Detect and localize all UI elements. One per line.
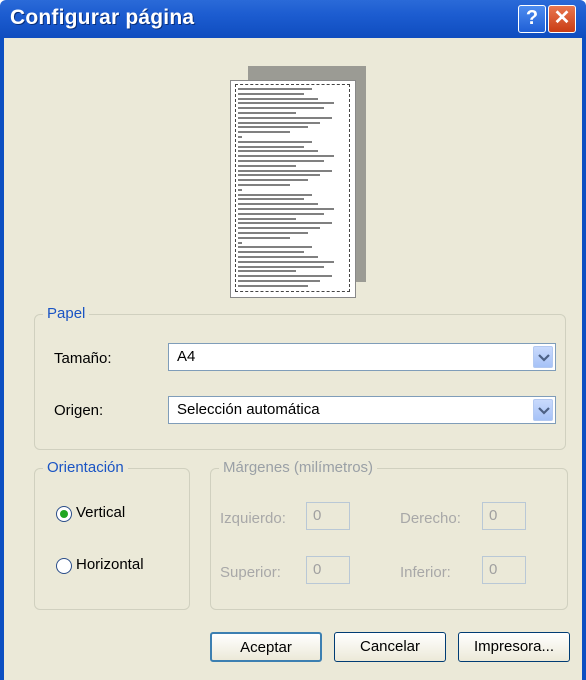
vertical-radio[interactable] <box>56 506 72 522</box>
preview-text-line <box>238 107 324 110</box>
horizontal-radio[interactable] <box>56 558 72 574</box>
help-icon[interactable]: ? <box>518 5 546 33</box>
page-setup-dialog: Configurar página ? ✕ Papel Tamaño: A4 O… <box>0 0 586 680</box>
close-icon[interactable]: ✕ <box>548 5 576 33</box>
source-select[interactable]: Selección automática <box>168 396 556 424</box>
top-margin-value: 0 <box>313 561 322 578</box>
preview-text-line <box>238 150 318 153</box>
preview-text-line <box>238 260 334 263</box>
preview-text-line <box>238 280 320 282</box>
preview-text-line <box>238 145 304 148</box>
preview-text-line <box>238 174 320 177</box>
chevron-down-icon[interactable] <box>533 346 553 368</box>
preview-text-line <box>238 140 312 143</box>
preview-text-line <box>238 164 296 167</box>
preview-text-line <box>238 169 332 172</box>
preview-text-line <box>238 126 308 129</box>
preview-text-line <box>238 270 296 273</box>
bottom-margin-label: Inferior: <box>400 564 451 581</box>
preview-text-line <box>238 212 324 215</box>
right-margin-field[interactable]: 0 <box>482 502 526 530</box>
preview-text-line <box>238 236 290 239</box>
preview-margin-outline <box>235 84 350 292</box>
right-margin-label: Derecho: <box>400 510 461 527</box>
margins-group: Márgenes (milímetros) <box>210 459 568 610</box>
top-margin-label: Superior: <box>220 564 281 581</box>
radio-selected-dot <box>60 510 68 518</box>
preview-text-line <box>238 184 290 186</box>
cancel-button[interactable]: Cancelar <box>334 632 446 662</box>
top-margin-field[interactable]: 0 <box>306 556 350 584</box>
preview-text-line <box>238 121 320 124</box>
preview-text-line <box>238 227 320 230</box>
printer-button[interactable]: Impresora... <box>458 632 570 662</box>
preview-text-line <box>238 222 332 225</box>
size-select-value: A4 <box>177 348 196 365</box>
preview-text-line <box>238 179 308 182</box>
preview-text-line <box>238 217 296 220</box>
preview-text-line <box>238 136 242 138</box>
size-label: Tamaño: <box>54 350 112 367</box>
preview-text-line <box>238 232 308 234</box>
preview-text-line <box>238 241 242 244</box>
vertical-label[interactable]: Vertical <box>76 504 125 521</box>
margins-group-legend: Márgenes (milímetros) <box>219 459 378 476</box>
chevron-down-icon[interactable] <box>533 399 553 421</box>
preview-text-line <box>238 188 242 191</box>
bottom-margin-field[interactable]: 0 <box>482 556 526 584</box>
left-margin-value: 0 <box>313 507 322 524</box>
preview-text-line <box>238 155 334 158</box>
ok-button[interactable]: Aceptar <box>210 632 322 662</box>
bottom-margin-value: 0 <box>489 561 498 578</box>
left-margin-field[interactable]: 0 <box>306 502 350 530</box>
preview-text-line <box>238 275 332 278</box>
preview-text-line <box>238 97 318 100</box>
preview-text-line <box>238 102 334 105</box>
preview-text-line <box>238 256 318 258</box>
preview-text-line <box>238 160 324 162</box>
source-label: Origen: <box>54 402 104 419</box>
paper-group-legend: Papel <box>43 305 90 322</box>
left-margin-label: Izquierdo: <box>220 510 286 527</box>
preview-text-line <box>238 131 290 134</box>
preview-text-line <box>238 92 304 95</box>
preview-text-line <box>238 116 332 119</box>
size-select[interactable]: A4 <box>168 343 556 371</box>
source-select-value: Selección automática <box>177 401 320 418</box>
dialog-client-area: Papel Tamaño: A4 Origen: Selección autom… <box>0 38 586 680</box>
preview-text-line <box>238 284 308 287</box>
orientation-group: Orientación <box>34 459 190 610</box>
right-margin-value: 0 <box>489 507 498 524</box>
preview-text-line <box>238 193 312 196</box>
preview-text-line <box>238 251 304 254</box>
page-preview <box>230 80 356 298</box>
preview-text-line <box>238 246 312 249</box>
preview-text-line <box>238 112 296 114</box>
preview-text-line <box>238 198 304 201</box>
paper-group: Papel <box>34 305 566 450</box>
preview-text-line <box>238 203 318 206</box>
horizontal-label[interactable]: Horizontal <box>76 556 144 573</box>
preview-text-line <box>238 208 334 210</box>
orientation-group-legend: Orientación <box>43 459 128 476</box>
title-bar[interactable]: Configurar página ? ✕ <box>0 0 586 38</box>
preview-text-line <box>238 88 312 90</box>
preview-text-line <box>238 265 324 268</box>
dialog-title: Configurar página <box>10 6 195 29</box>
